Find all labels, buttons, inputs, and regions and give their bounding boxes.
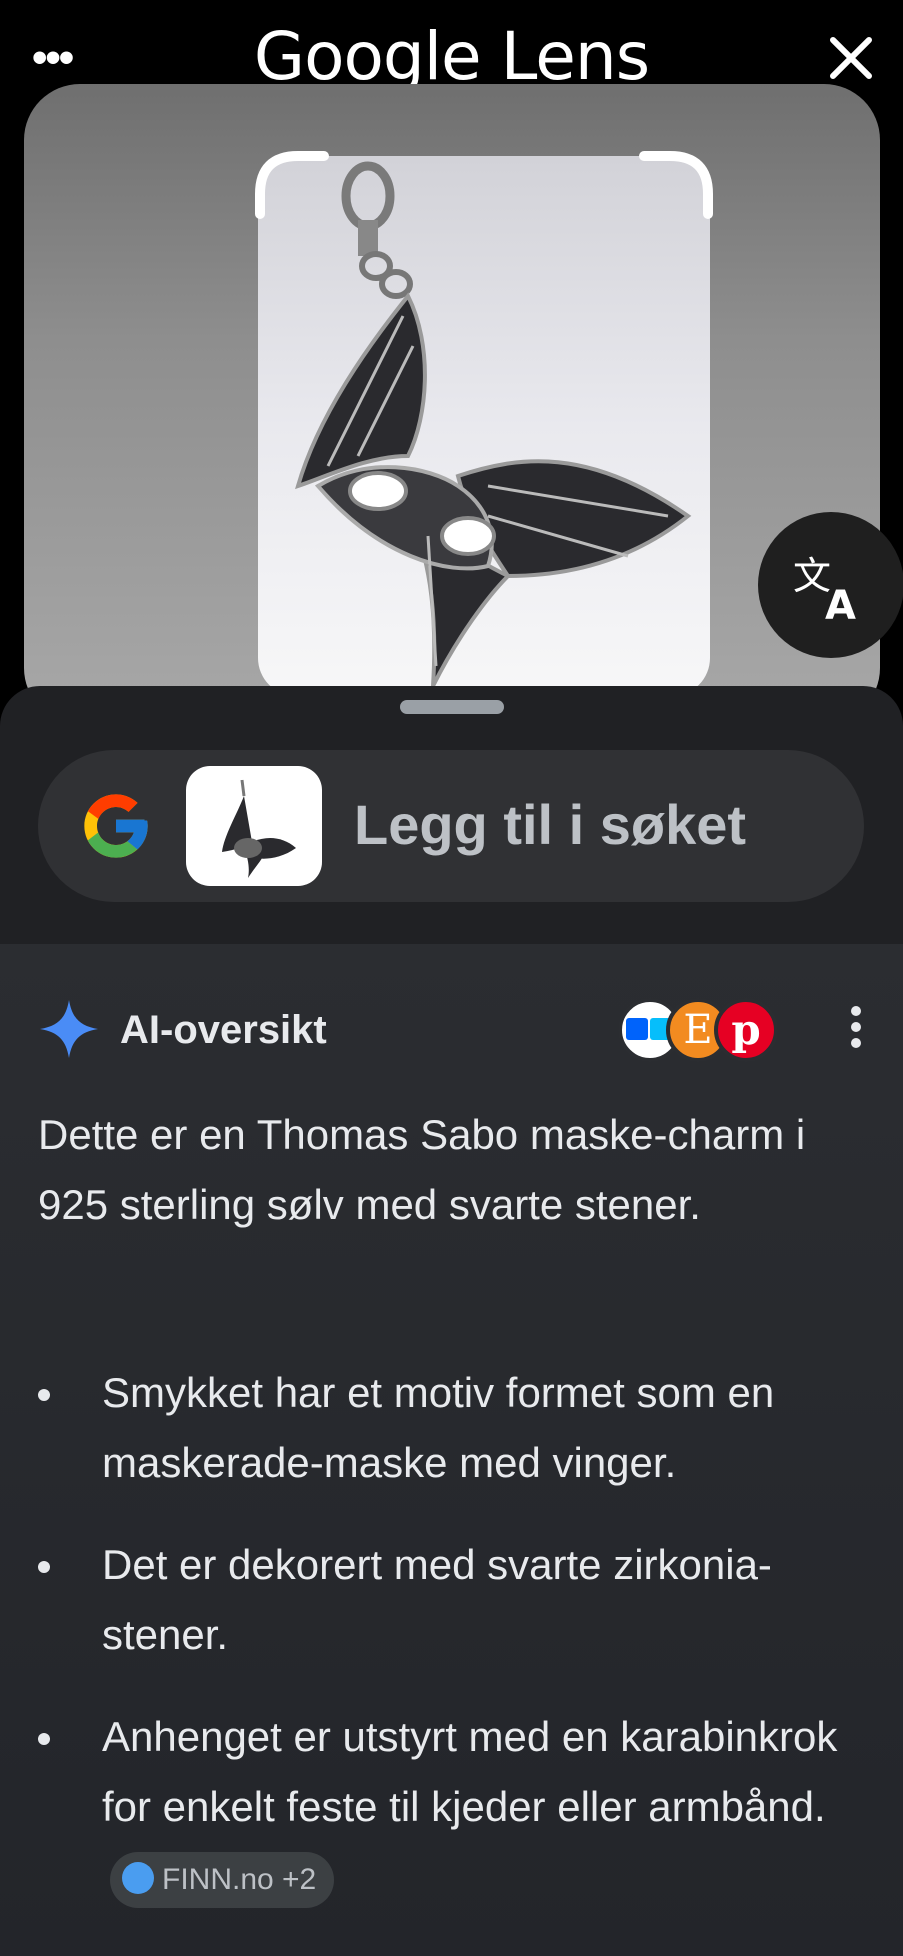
list-item: Anhenget er utstyrt med en karabinkrok f… — [38, 1702, 868, 1912]
list-item: Det er dekorert med svarte zirkonia-sten… — [38, 1530, 868, 1670]
sparkle-icon — [40, 1000, 98, 1058]
search-image-thumbnail[interactable] — [186, 766, 322, 886]
results-sheet: Legg til i søket AI-oversikt E p Dette e… — [0, 686, 903, 1956]
translate-button[interactable]: 文 A — [758, 512, 903, 658]
translate-icon: 文 A — [793, 554, 856, 625]
ai-overview: AI-oversikt E p Dette er en Thomas Sabo … — [0, 944, 903, 1956]
pinterest-icon: p — [714, 998, 778, 1062]
lens-image-area[interactable] — [24, 84, 880, 724]
bullet-text: Det er dekorert med svarte zirkonia-sten… — [102, 1541, 772, 1658]
ai-overview-label: AI-oversikt — [120, 1008, 327, 1052]
more-vertical-icon[interactable] — [844, 1002, 868, 1062]
add-to-search-label: Legg til i søket — [354, 793, 747, 856]
ai-overview-header: AI-oversikt E p — [38, 994, 868, 1070]
mask-charm-image — [295, 161, 692, 687]
ai-bullet-list: Smykket har et motiv formet som en maske… — [38, 1358, 868, 1944]
finn-source-icon — [122, 1861, 154, 1894]
drag-handle[interactable] — [400, 700, 504, 714]
google-g-icon — [84, 794, 148, 858]
source-chip-label: FINN.no +2 — [162, 1862, 317, 1896]
ai-summary-text: Dette er en Thomas Sabo maske-charm i 92… — [38, 1111, 806, 1228]
selection-crop[interactable] — [258, 156, 710, 696]
add-to-search-bar[interactable]: Legg til i søket — [38, 750, 864, 902]
bullet-text: Smykket har et motiv formet som en maske… — [102, 1369, 775, 1486]
bullet-text: Anhenget er utstyrt med en karabinkrok f… — [102, 1713, 838, 1830]
source-chip[interactable]: FINN.no +2 — [110, 1851, 335, 1908]
list-item: Smykket har et motiv formet som en maske… — [38, 1358, 868, 1498]
close-icon[interactable] — [821, 28, 881, 88]
svg-text:A: A — [825, 583, 856, 625]
source-icons[interactable]: E p — [618, 998, 778, 1062]
